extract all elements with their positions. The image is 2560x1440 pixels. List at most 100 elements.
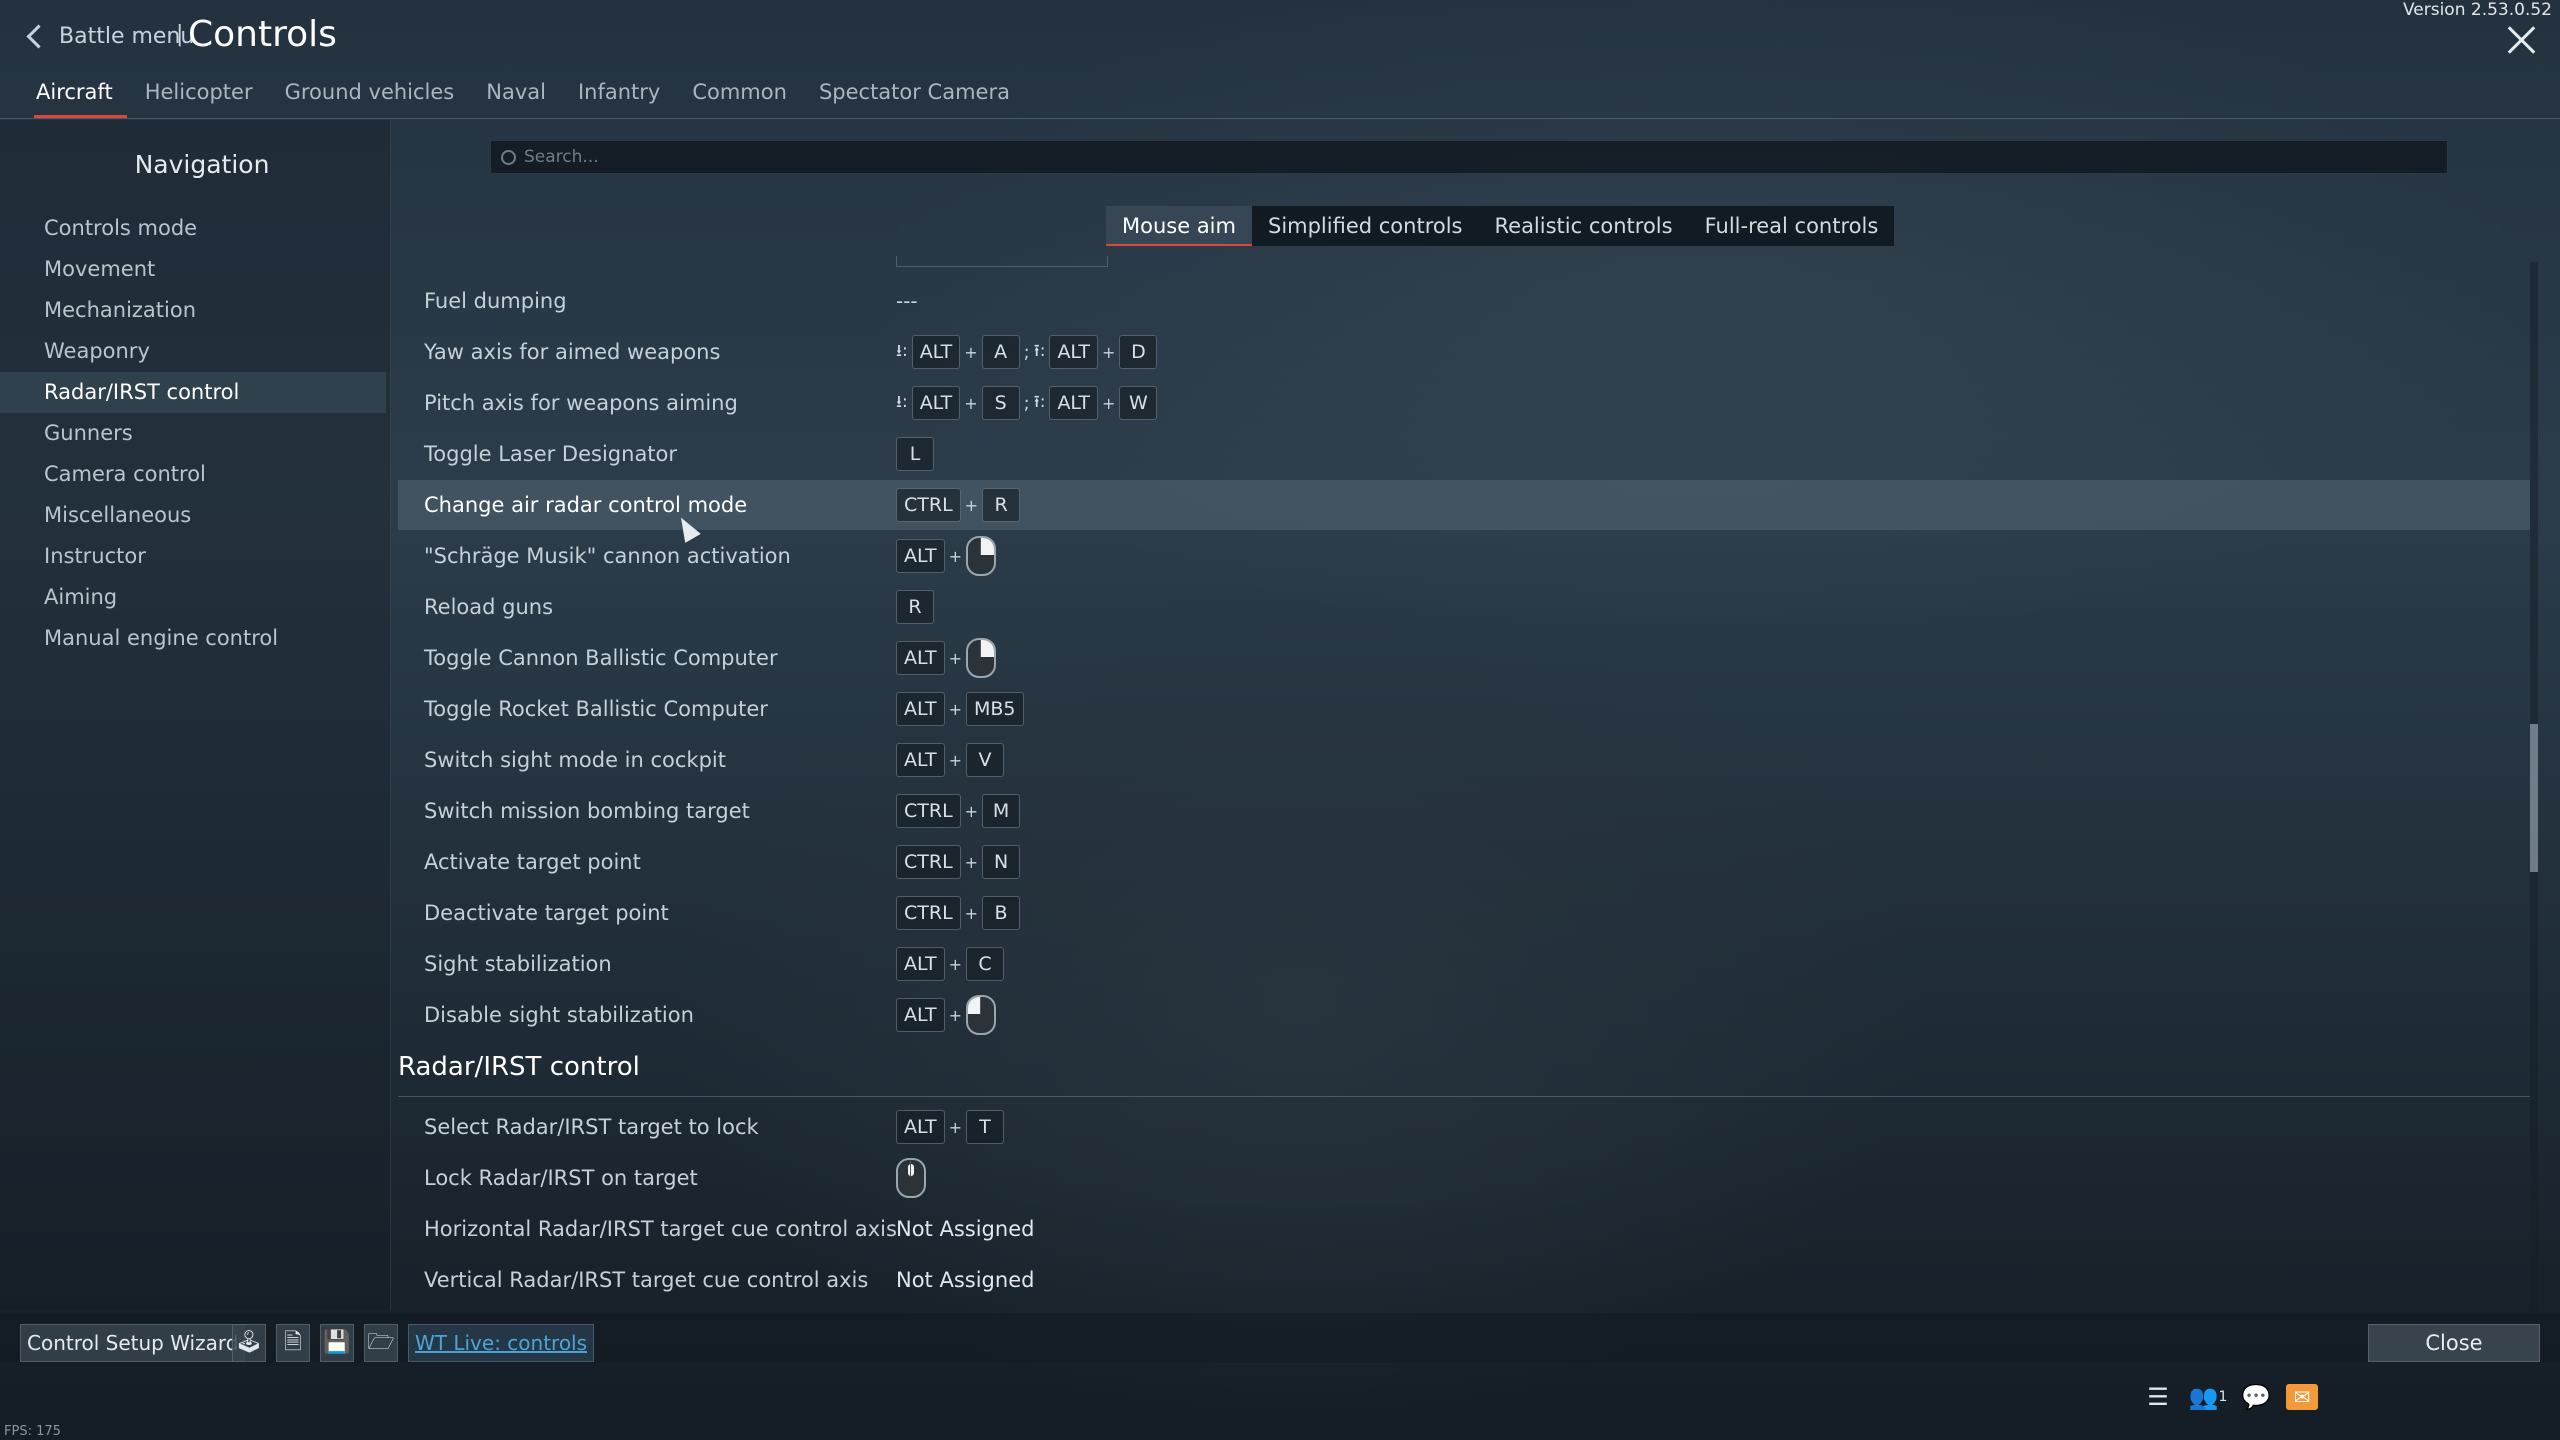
binding-cell[interactable]: CTRL + N xyxy=(896,837,1021,887)
key[interactable]: ALT xyxy=(911,335,961,369)
binding-cell[interactable]: ALT + V xyxy=(896,735,1004,785)
key[interactable]: M xyxy=(982,794,1021,828)
list-item[interactable]: Lock Radar/IRST on target xyxy=(398,1153,2530,1203)
key[interactable]: CTRL xyxy=(896,488,961,522)
binding-cell[interactable]: --- xyxy=(896,276,918,326)
mouse-right-button-icon[interactable] xyxy=(965,638,996,678)
list-item[interactable]: Horizontal Radar/IRST target cue control… xyxy=(398,1204,2530,1254)
list-item[interactable]: Fuel dumping --- xyxy=(398,276,2530,326)
key[interactable]: MB5 xyxy=(965,692,1024,726)
nav-item-miscellaneous[interactable]: Miscellaneous xyxy=(0,495,386,536)
key[interactable]: A xyxy=(981,335,1020,369)
binding-cell[interactable]: Not Assigned xyxy=(896,1204,1034,1254)
list-item[interactable]: Activate target point CTRL + N xyxy=(398,837,2530,887)
list-item[interactable]: Select Radar/IRST target to lock ALT + T xyxy=(398,1102,2530,1152)
list-item[interactable]: Deactivate target point CTRL + B xyxy=(398,888,2530,938)
tab-ground-vehicles[interactable]: Ground vehicles xyxy=(269,80,471,118)
binding-cell[interactable]: ALT + C xyxy=(896,939,1004,989)
save-icon[interactable]: 💾 xyxy=(320,1324,354,1362)
binding-cell[interactable]: ⭳: ALT + A; ⭱: ALT + D xyxy=(896,327,1158,377)
folder-icon[interactable]: 🗁 xyxy=(364,1324,398,1362)
key[interactable]: CTRL xyxy=(896,794,961,828)
list-item[interactable]: Pitch axis for weapons aiming ⭳: ALT + S;… xyxy=(398,378,2530,428)
key[interactable]: ALT xyxy=(896,947,945,981)
key[interactable]: CTRL xyxy=(896,845,961,879)
key[interactable]: ALT xyxy=(896,692,945,726)
document-icon[interactable]: 🗎 xyxy=(276,1324,310,1362)
key[interactable]: ALT xyxy=(896,998,945,1032)
nav-item-instructor[interactable]: Instructor xyxy=(0,536,386,577)
key[interactable]: B xyxy=(982,896,1021,930)
list-item[interactable]: Disable sight stabilization ALT + xyxy=(398,990,2530,1040)
key[interactable]: S xyxy=(981,386,1020,420)
search-box[interactable] xyxy=(490,140,2448,174)
mouse-middle-button-icon[interactable] xyxy=(896,1158,926,1198)
list-icon[interactable]: ☰ xyxy=(2140,1382,2176,1412)
binding-cell[interactable]: L xyxy=(896,429,934,479)
tab-aircraft[interactable]: Aircraft xyxy=(20,80,129,118)
nav-item-mechanization[interactable]: Mechanization xyxy=(0,290,386,331)
binding-cell[interactable]: ALT + xyxy=(896,990,996,1040)
mode-mouse-aim[interactable]: Mouse aim xyxy=(1106,206,1252,246)
back-to-battle-menu[interactable]: Battle menu xyxy=(26,24,194,49)
tab-spectator-camera[interactable]: Spectator Camera xyxy=(803,80,1026,118)
key[interactable]: R xyxy=(896,590,934,624)
chat-icon[interactable]: 💬 xyxy=(2238,1382,2274,1412)
key[interactable]: CTRL xyxy=(896,896,961,930)
key[interactable]: W xyxy=(1119,386,1158,420)
key[interactable]: ALT xyxy=(896,539,945,573)
list-item[interactable]: Yaw axis for aimed weapons ⭳: ALT + A; ⭱:… xyxy=(398,327,2530,377)
list-item[interactable]: Switch mission bombing target CTRL + M xyxy=(398,786,2530,836)
list-item[interactable]: Sight stabilization ALT + C xyxy=(398,939,2530,989)
binding-cell[interactable]: ALT + xyxy=(896,633,996,683)
mode-full-real-controls[interactable]: Full-real controls xyxy=(1689,206,1895,246)
tab-infantry[interactable]: Infantry xyxy=(562,80,676,118)
joystick-icon[interactable]: 🕹 xyxy=(232,1324,266,1362)
key[interactable]: ALT xyxy=(896,641,945,675)
mail-icon[interactable]: ✉ xyxy=(2286,1384,2318,1410)
binding-cell[interactable]: CTRL + R xyxy=(896,480,1021,530)
list-item[interactable]: Change air radar control mode CTRL + R xyxy=(398,480,2530,530)
list-item[interactable]: Toggle Laser Designator L xyxy=(398,429,2530,479)
nav-item-radar-irst-control[interactable]: Radar/IRST control xyxy=(0,372,386,413)
search-input[interactable] xyxy=(522,146,2326,168)
squad-icon[interactable]: 👥 1 xyxy=(2189,1382,2228,1412)
list-scrollbar[interactable] xyxy=(2530,262,2538,1312)
close-button[interactable]: Close xyxy=(2368,1324,2540,1362)
binding-cell[interactable]: CTRL + B xyxy=(896,888,1021,938)
binding-cell[interactable]: ALT + MB5 xyxy=(896,684,1024,734)
binding-cell[interactable]: R xyxy=(896,582,934,632)
list-item[interactable]: Switch sight mode in cockpit ALT + V xyxy=(398,735,2530,785)
key[interactable]: ALT xyxy=(1049,335,1099,369)
key[interactable]: D xyxy=(1119,335,1158,369)
list-item[interactable]: Toggle Rocket Ballistic Computer ALT + MB… xyxy=(398,684,2530,734)
key[interactable]: R xyxy=(982,488,1021,522)
control-setup-wizard-button[interactable]: Control Setup Wizard xyxy=(20,1324,246,1362)
binding-cell[interactable]: CTRL + M xyxy=(896,786,1021,836)
tab-common[interactable]: Common xyxy=(676,80,803,118)
key[interactable]: ALT xyxy=(911,386,961,420)
binding-cell[interactable]: ALT + T xyxy=(896,1102,1004,1152)
key[interactable]: L xyxy=(896,437,934,471)
close-icon[interactable] xyxy=(2504,22,2540,58)
nav-item-controls-mode[interactable]: Controls mode xyxy=(0,208,386,249)
nav-item-gunners[interactable]: Gunners xyxy=(0,413,386,454)
mouse-left-button-icon[interactable] xyxy=(965,995,996,1035)
wt-live-controls-link[interactable]: WT Live: controls xyxy=(408,1324,595,1362)
key[interactable]: C xyxy=(965,947,1004,981)
key[interactable]: N xyxy=(982,845,1021,879)
list-item[interactable]: "Schräge Musik" cannon activation ALT + xyxy=(398,531,2530,581)
binding-cell[interactable]: Not Assigned xyxy=(896,1255,1034,1305)
key[interactable]: ALT xyxy=(1049,386,1099,420)
binding-cell[interactable] xyxy=(896,1153,926,1203)
list-item[interactable]: Toggle Cannon Ballistic Computer ALT + xyxy=(398,633,2530,683)
binding-cell[interactable]: ⭳: ALT + S; ⭱: ALT + W xyxy=(896,378,1158,428)
mode-simplified-controls[interactable]: Simplified controls xyxy=(1252,206,1479,246)
list-item[interactable]: Reload guns R xyxy=(398,582,2530,632)
mode-realistic-controls[interactable]: Realistic controls xyxy=(1479,206,1689,246)
nav-item-camera-control[interactable]: Camera control xyxy=(0,454,386,495)
key[interactable]: ALT xyxy=(896,743,945,777)
key[interactable]: V xyxy=(965,743,1004,777)
nav-item-movement[interactable]: Movement xyxy=(0,249,386,290)
key[interactable]: ALT xyxy=(896,1110,945,1144)
